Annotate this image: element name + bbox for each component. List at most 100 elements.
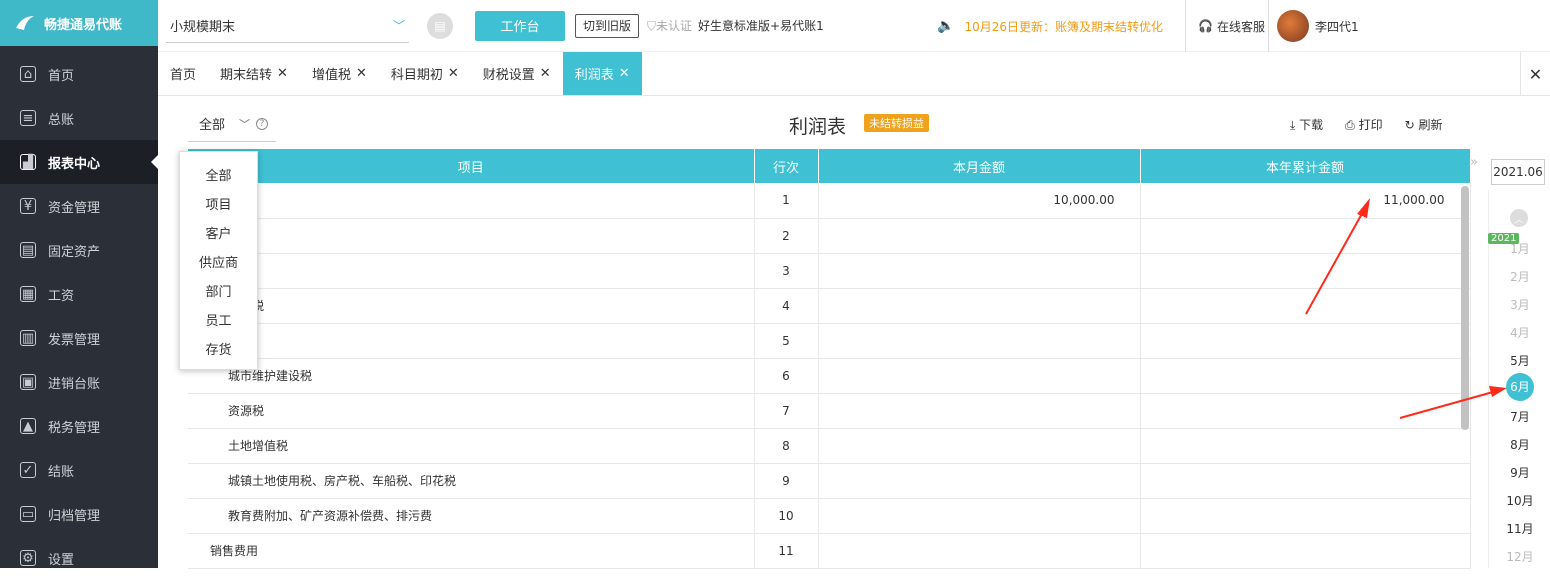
update-notice[interactable]: 🔈 10月26日更新：账簿及期末结转优化 xyxy=(937,0,1163,52)
sidebar-item[interactable]: ⚙ 设置 xyxy=(0,536,158,580)
invoice-icon: ▥ xyxy=(20,330,36,346)
month-item[interactable]: 12月 xyxy=(1505,548,1535,565)
month-item[interactable]: 1月 xyxy=(1505,240,1535,257)
row-year-amount[interactable] xyxy=(1140,428,1471,464)
sidebar-item[interactable]: ▭ 归档管理 xyxy=(0,492,158,536)
row-month-amount[interactable] xyxy=(818,393,1141,429)
row-line: 3 xyxy=(754,253,819,289)
month-item[interactable]: 6月 xyxy=(1506,373,1534,401)
table-row: 消费税4 xyxy=(188,288,1471,324)
sidebar-item[interactable]: ≡ 总账 xyxy=(0,96,158,140)
row-item: 城市维护建设税 xyxy=(188,358,755,394)
tab[interactable]: 财税设置 ✕ xyxy=(471,52,563,95)
table-row: 土地增值税 8 xyxy=(188,428,1471,464)
sidebar-item[interactable]: ▟ 报表中心 xyxy=(0,140,158,184)
row-year-amount[interactable] xyxy=(1140,218,1471,254)
month-item[interactable]: 7月 xyxy=(1505,408,1535,425)
row-year-amount[interactable] xyxy=(1140,463,1471,499)
sidebar-item-label: 进销台账 xyxy=(48,376,101,392)
cert-status[interactable]: ⛉未认证 xyxy=(647,17,692,34)
filter-select[interactable]: 全部 ﹀ ? xyxy=(188,106,276,142)
close-icon[interactable]: ✕ xyxy=(356,66,367,81)
dropdown-option[interactable]: 存货 xyxy=(180,334,257,363)
row-month-amount[interactable] xyxy=(818,463,1141,499)
download-button[interactable]: ⤓ 下载 xyxy=(1290,116,1323,133)
sidebar-item[interactable]: ✓ 结账 xyxy=(0,448,158,492)
month-item[interactable]: 11月 xyxy=(1505,520,1535,537)
refresh-label: 刷新 xyxy=(1418,118,1443,132)
sidebar-item[interactable]: ▤ 固定资产 xyxy=(0,228,158,272)
old-version-button[interactable]: 切到旧版 xyxy=(575,13,640,38)
table-row: 城镇土地使用税、房产税、车船税、印花税 9 xyxy=(188,463,1471,499)
month-item[interactable]: 8月 xyxy=(1505,436,1535,453)
table-row: 税5 xyxy=(188,323,1471,359)
row-line: 9 xyxy=(754,463,819,499)
row-month-amount[interactable] xyxy=(818,498,1141,534)
chevron-up-icon[interactable]: ︿ xyxy=(1510,209,1528,227)
logo-icon xyxy=(16,16,34,30)
sidebar-item[interactable]: ▣ 进销台账 xyxy=(0,360,158,404)
row-year-amount[interactable] xyxy=(1140,253,1471,289)
double-chevron-right-icon[interactable]: » xyxy=(1470,155,1478,170)
scrollbar[interactable] xyxy=(1461,186,1469,430)
help-icon[interactable]: ? xyxy=(256,117,269,130)
close-icon[interactable]: ✕ xyxy=(619,66,630,81)
row-year-amount[interactable] xyxy=(1140,498,1471,534)
tab[interactable]: 增值税 ✕ xyxy=(300,52,379,95)
tab[interactable]: 科目期初 ✕ xyxy=(379,52,471,95)
tab[interactable]: 期末结转 ✕ xyxy=(208,52,300,95)
home-icon: ⌂ xyxy=(20,66,36,82)
row-year-amount[interactable] xyxy=(1140,358,1471,394)
row-month-amount[interactable] xyxy=(818,428,1141,464)
dropdown-option[interactable]: 部门 xyxy=(180,276,257,305)
period-input[interactable]: 2021.06 xyxy=(1491,159,1545,185)
refresh-button[interactable]: ↻ 刷新 xyxy=(1405,116,1443,133)
close-icon[interactable]: ✕ xyxy=(448,66,459,81)
dropdown-option[interactable]: 全部 xyxy=(180,160,257,189)
dropdown-option[interactable]: 客户 xyxy=(180,218,257,247)
archive-icon: ▭ xyxy=(20,506,36,522)
row-year-amount[interactable]: 11,000.00 xyxy=(1140,183,1471,219)
row-year-amount[interactable] xyxy=(1140,533,1471,569)
row-month-amount[interactable] xyxy=(818,533,1141,569)
row-year-amount[interactable] xyxy=(1140,323,1471,359)
sidebar-item[interactable]: ⌂ 首页 xyxy=(0,52,158,96)
print-button[interactable]: ⎙ 打印 xyxy=(1345,116,1382,133)
month-item[interactable]: 9月 xyxy=(1505,464,1535,481)
sidebar-item[interactable]: ▦ 工资 xyxy=(0,272,158,316)
month-item[interactable]: 3月 xyxy=(1505,296,1535,313)
month-item[interactable]: 10月 xyxy=(1505,492,1535,509)
row-month-amount[interactable] xyxy=(818,288,1141,324)
month-item[interactable]: 2月 xyxy=(1505,268,1535,285)
user-menu[interactable]: 李四代1 xyxy=(1268,0,1359,52)
row-month-amount[interactable] xyxy=(818,358,1141,394)
dropdown-option[interactable]: 项目 xyxy=(180,189,257,218)
close-icon[interactable]: ✕ xyxy=(277,66,288,81)
tab[interactable]: 利润表 ✕ xyxy=(562,52,642,95)
row-year-amount[interactable] xyxy=(1140,288,1471,324)
app-logo[interactable]: 畅捷通易代账 xyxy=(0,0,158,46)
row-month-amount[interactable] xyxy=(818,218,1141,254)
sidebar-item[interactable]: ▥ 发票管理 xyxy=(0,316,158,360)
close-all-tabs-icon[interactable]: ✕ xyxy=(1520,52,1550,96)
row-month-amount[interactable]: 10,000.00 xyxy=(818,183,1141,219)
row-year-amount[interactable] xyxy=(1140,393,1471,429)
dropdown-option[interactable]: 供应商 xyxy=(180,247,257,276)
row-month-amount[interactable] xyxy=(818,323,1141,359)
month-item[interactable]: 4月 xyxy=(1505,324,1535,341)
calendar-icon[interactable]: ▤ xyxy=(427,12,453,39)
company-select[interactable]: 小规模期末 ﹀ xyxy=(166,9,409,43)
sidebar-item[interactable]: ¥ 资金管理 xyxy=(0,184,158,228)
row-month-amount[interactable] xyxy=(818,253,1141,289)
month-item[interactable]: 5月 xyxy=(1505,352,1535,369)
tab[interactable]: 首页 xyxy=(158,52,208,95)
workbench-button[interactable]: 工作台 xyxy=(475,10,565,41)
dropdown-option[interactable]: 员工 xyxy=(180,305,257,334)
close-icon[interactable]: ✕ xyxy=(540,66,551,81)
table-row: 教育费附加、矿产资源补偿费、排污费 10 xyxy=(188,498,1471,534)
table-row: 资源税 7 xyxy=(188,393,1471,429)
headset-icon: 🎧 xyxy=(1198,19,1213,33)
online-service[interactable]: 🎧 在线客服 xyxy=(1185,0,1265,52)
sidebar-item[interactable]: ▲ 税务管理 xyxy=(0,404,158,448)
gear-icon: ⚙ xyxy=(20,550,36,566)
